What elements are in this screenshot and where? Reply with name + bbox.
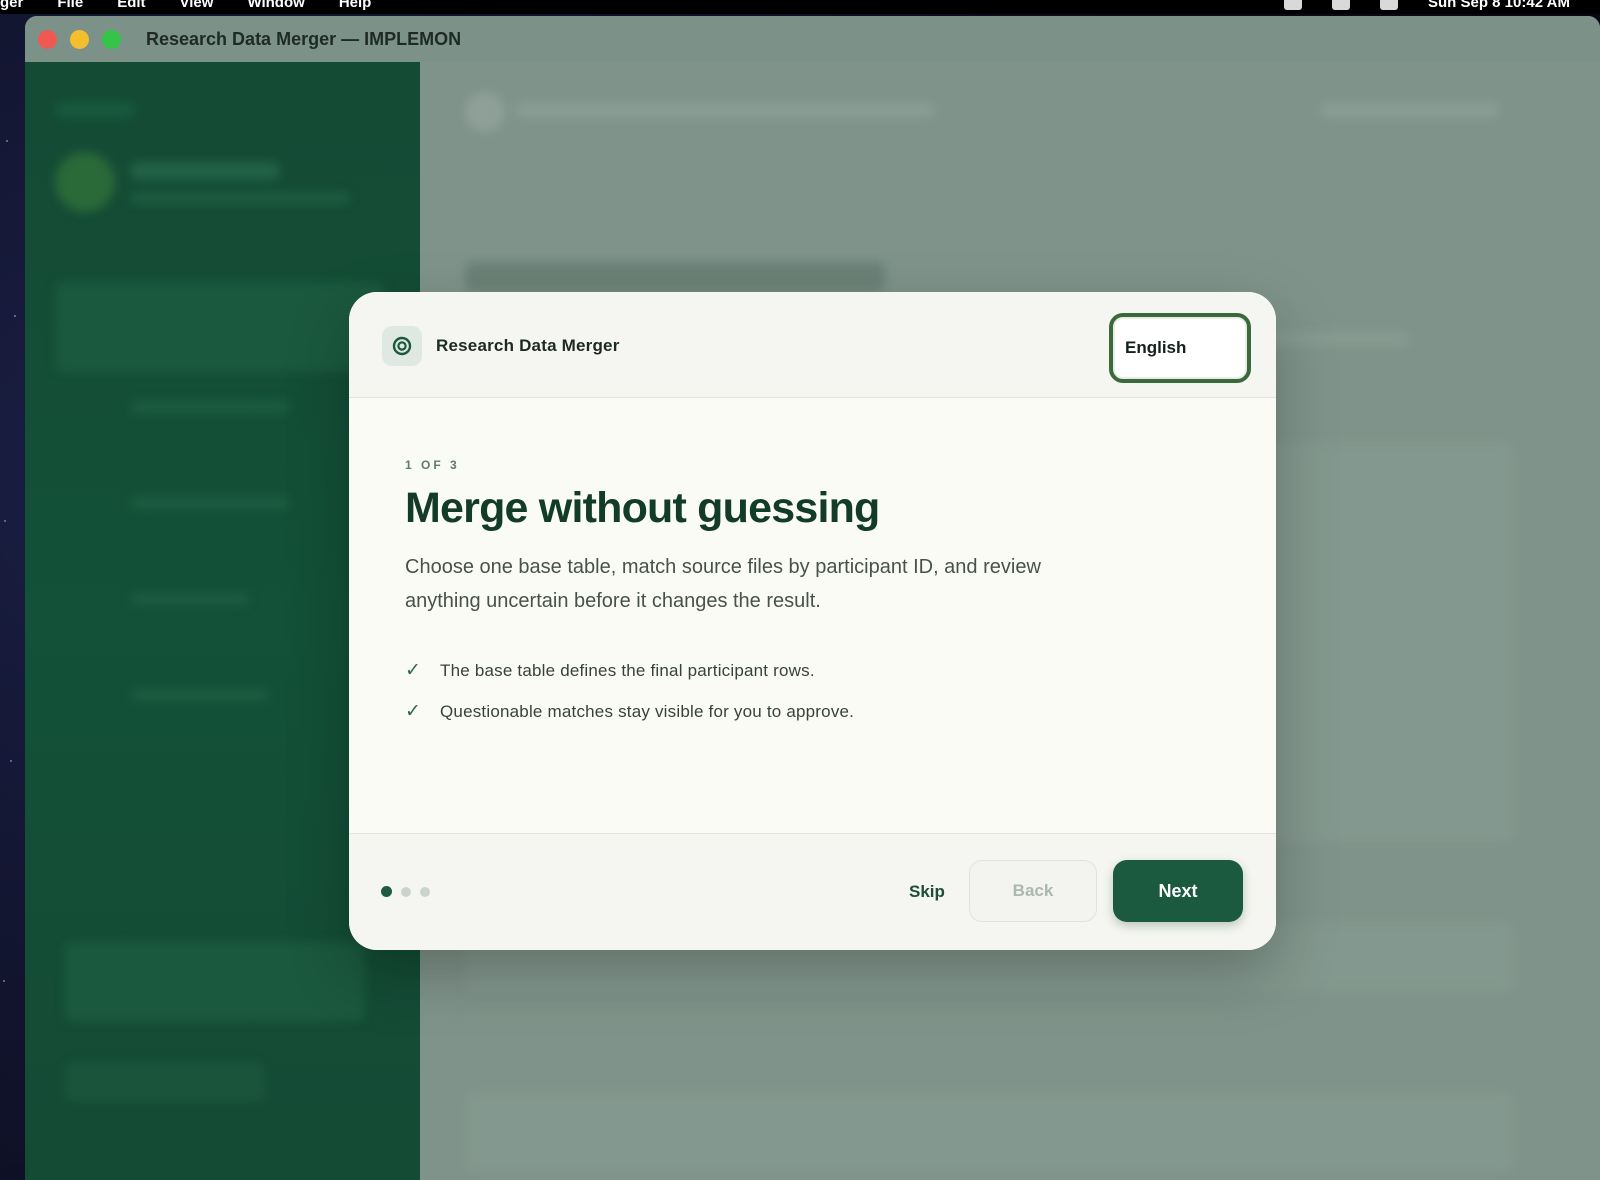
page-dot[interactable] [401, 886, 411, 897]
dialog-headline: Merge without guessing [405, 484, 880, 532]
menu-item-view[interactable]: View [180, 0, 214, 11]
menu-item-help[interactable]: Help [339, 0, 372, 11]
feature-list: ✓ The base table defines the final parti… [405, 650, 854, 732]
dialog-app-name: Research Data Merger [436, 336, 620, 355]
window-titlebar: Research Data Merger — IMPLEMON [25, 16, 1600, 62]
zoom-window-button[interactable] [102, 30, 121, 49]
next-button[interactable]: Next [1113, 860, 1243, 922]
menubar-clock[interactable]: Sun Sep 8 10:42 AM [1428, 0, 1570, 11]
list-item-text: Questionable matches stay visible for yo… [440, 701, 855, 721]
skip-button[interactable]: Skip [909, 882, 945, 902]
menu-item-file[interactable]: File [57, 0, 83, 11]
page-dot-active[interactable] [381, 886, 392, 897]
menu-item-app[interactable]: ger [0, 0, 23, 11]
dialog-footer: Skip Back Next [349, 833, 1276, 950]
back-button[interactable]: Back [969, 860, 1097, 922]
page-dot[interactable] [420, 886, 430, 897]
language-select-value: English [1125, 338, 1187, 357]
check-icon: ✓ [405, 660, 421, 681]
check-icon: ✓ [405, 701, 421, 722]
window-controls [38, 30, 121, 49]
list-item: ✓ Questionable matches stay visible for … [405, 691, 854, 732]
list-item-text: The base table defines the final partici… [440, 660, 815, 680]
menu-item-edit[interactable]: Edit [117, 0, 145, 11]
window-title: Research Data Merger — IMPLEMON [146, 29, 462, 49]
menu-item-window[interactable]: Window [247, 0, 304, 11]
dialog-header: Research Data Merger English [349, 292, 1276, 398]
pagination-dots [381, 886, 430, 897]
language-select[interactable]: English [1109, 313, 1251, 383]
status-icon[interactable] [1380, 0, 1398, 10]
minimize-window-button[interactable] [70, 30, 89, 49]
close-window-button[interactable] [38, 30, 57, 49]
dialog-description: Choose one base table, match source file… [405, 556, 1041, 612]
onboarding-dialog: Research Data Merger English 1 OF 3 Merg… [349, 292, 1276, 950]
macos-menu-bar: ger File Edit View Window Help Sun Sep 8… [0, 0, 1600, 14]
status-icon[interactable] [1332, 0, 1350, 10]
step-indicator: 1 OF 3 [405, 458, 460, 472]
target-icon [382, 326, 422, 366]
list-item: ✓ The base table defines the final parti… [405, 650, 854, 691]
status-icon[interactable] [1284, 0, 1302, 10]
